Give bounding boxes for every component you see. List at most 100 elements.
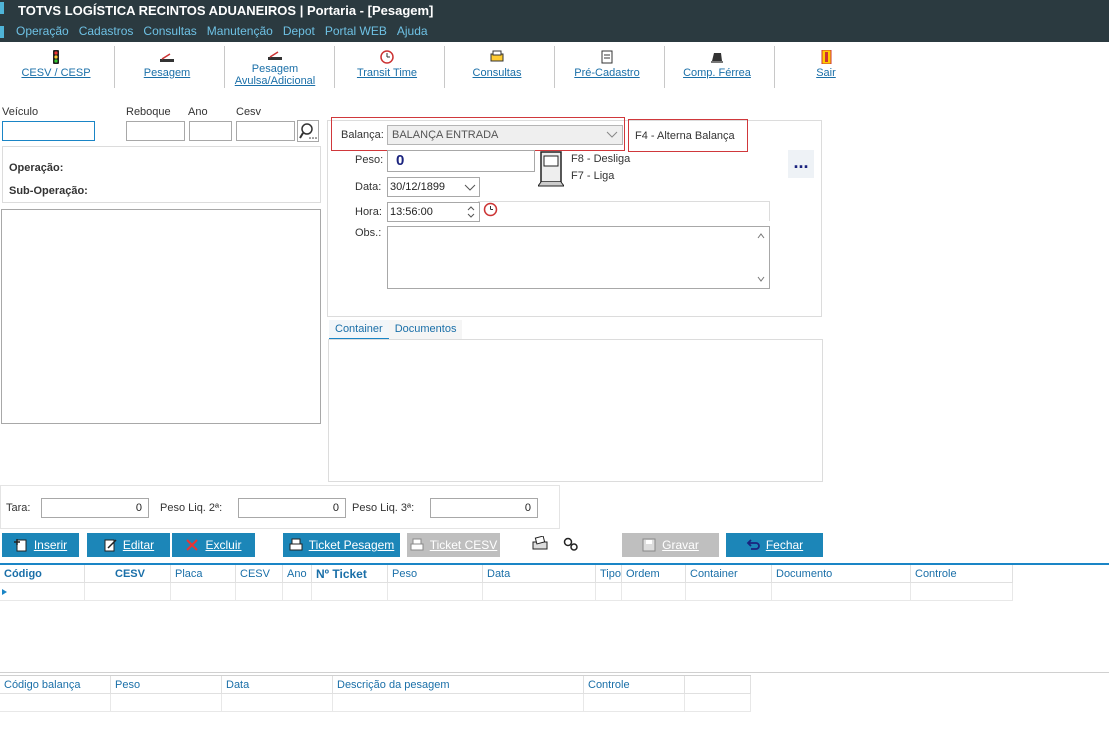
scroll-up-icon[interactable] [757,233,765,239]
ano-input[interactable] [189,121,232,141]
col-documento[interactable]: Documento [772,565,911,583]
liga-hint: F7 - Liga [571,170,615,182]
left-list-box[interactable] [1,209,321,424]
operacao-label: Operação: [9,162,64,174]
col-data[interactable]: Data [222,676,333,694]
search-button[interactable] [297,120,319,142]
ticket-cesv-button[interactable]: Ticket CESV [407,533,500,557]
toolbar-consultas-button[interactable]: Consultas [454,46,540,90]
ticket-pesagem-button[interactable]: Ticket Pesagem [283,533,400,557]
peso-liq-3-input[interactable]: 0 [430,498,538,518]
balanca-history-header: Código balança Peso Data Descrição da pe… [0,676,751,694]
exit-door-icon [821,50,832,64]
cesv-input[interactable] [236,121,295,141]
tab-container[interactable]: Container [329,320,389,340]
tab-documentos[interactable]: Documentos [388,320,463,340]
menu-depot[interactable]: Depot [283,24,315,38]
excluir-button[interactable]: Excluir [172,533,255,557]
add-document-icon [13,539,27,552]
table-row[interactable] [0,694,751,712]
col-extra[interactable] [685,676,751,694]
cesv-label: Cesv [236,106,262,118]
data-picker[interactable]: 30/12/1899 [387,177,480,197]
col-controle[interactable]: Controle [584,676,685,694]
scale-terminal-icon[interactable] [538,150,564,188]
menu-edge-accent [0,26,4,38]
col-peso[interactable]: Peso [388,565,483,583]
clock-icon[interactable] [483,202,498,217]
hora-input[interactable]: 13:56:00 [387,202,480,222]
toolbar-pesagem-button[interactable]: Pesagem [126,46,208,90]
col-tipo[interactable]: Tipo [596,565,622,583]
table-cell [911,583,1013,601]
col-codigo-balanca[interactable]: Código balança [0,676,111,694]
col-peso[interactable]: Peso [111,676,222,694]
table-row[interactable] [0,583,1109,601]
scroll-down-icon[interactable] [757,276,765,282]
obs-textarea[interactable] [387,226,770,289]
toolbar-pesagem-avulsa-label2: Avulsa/Adicional [234,75,316,87]
veiculo-label: Veículo [2,106,39,118]
spin-arrows-icon[interactable] [467,205,475,219]
toolbar-transit-time-button[interactable]: Transit Time [344,46,430,90]
toolbar-cesv-button[interactable]: CESV / CESP [10,46,102,90]
delete-x-icon [186,539,199,551]
scale-icon [268,51,282,60]
peso-label: Peso: [355,154,384,166]
toolbar-comp-ferrea-label: Comp. Férrea [683,67,751,79]
balanca-select-value: BALANÇA ENTRADA [392,129,499,141]
toolbar-pesagem-label: Pesagem [143,67,191,79]
col-data[interactable]: Data [483,565,596,583]
operacao-panel: Operação: Sub-Operação: [2,146,321,203]
menu-cadastros[interactable]: Cadastros [79,24,134,38]
tara-label: Tara: [6,502,31,514]
toolbar-pre-cadastro-label: Pré-Cadastro [574,67,640,79]
col-cesv-2[interactable]: CESV [236,565,283,583]
table-cell [596,583,622,601]
toolbar-pre-cadastro-button[interactable]: Pré-Cadastro [564,46,650,90]
veiculo-input[interactable] [2,121,95,141]
toolbar-pesagem-avulsa-button[interactable]: Pesagem Avulsa/Adicional [232,46,318,90]
tara-input[interactable]: 0 [41,498,149,518]
col-ano[interactable]: Ano [283,565,312,583]
fechar-label: Fechar [765,538,804,552]
col-cesv[interactable]: CESV [85,565,171,583]
col-ordem[interactable]: Ordem [622,565,686,583]
ticket-cesv-label: Ticket CESV [429,538,498,552]
hora-label: Hora: [355,206,382,218]
col-codigo[interactable]: Código [0,565,85,583]
toolbar-sair-button[interactable]: Sair [796,46,856,90]
menu-ajuda[interactable]: Ajuda [397,24,428,38]
menu-portal-web[interactable]: Portal WEB [325,24,387,38]
col-container[interactable]: Container [686,565,772,583]
table-cell [333,694,584,712]
menu-consultas[interactable]: Consultas [143,24,196,38]
document-icon [601,50,613,64]
print-setup-icon[interactable] [531,536,549,552]
desliga-hint: F8 - Desliga [571,153,631,165]
table-cell [111,694,222,712]
col-descricao-pesagem[interactable]: Descrição da pesagem [333,676,584,694]
settings-gears-icon[interactable] [562,536,580,552]
editar-button[interactable]: Editar [87,533,170,557]
data-value: 30/12/1899 [390,181,446,193]
reboque-label: Reboque [126,106,171,118]
balanca-select[interactable]: BALANÇA ENTRADA [387,125,623,145]
peso-liq-2-input[interactable]: 0 [238,498,346,518]
col-placa[interactable]: Placa [171,565,236,583]
more-options-button[interactable]: ... [788,150,814,178]
reboque-input[interactable] [126,121,185,141]
table-cell [772,583,911,601]
toolbar-transit-time-label: Transit Time [356,67,418,79]
gravar-button[interactable]: Gravar [622,533,719,557]
divider [478,201,770,202]
printer-icon [490,50,504,62]
col-controle[interactable]: Controle [911,565,1013,583]
menu-operacao[interactable]: Operação [16,24,69,38]
inserir-button[interactable]: Inserir [2,533,79,557]
toolbar-comp-ferrea-button[interactable]: Comp. Férrea [674,46,760,90]
menu-manutencao[interactable]: Manutenção [207,24,273,38]
fechar-button[interactable]: Fechar [726,533,823,557]
hora-value: 13:56:00 [390,206,433,218]
col-ticket[interactable]: Nº Ticket [312,565,388,583]
